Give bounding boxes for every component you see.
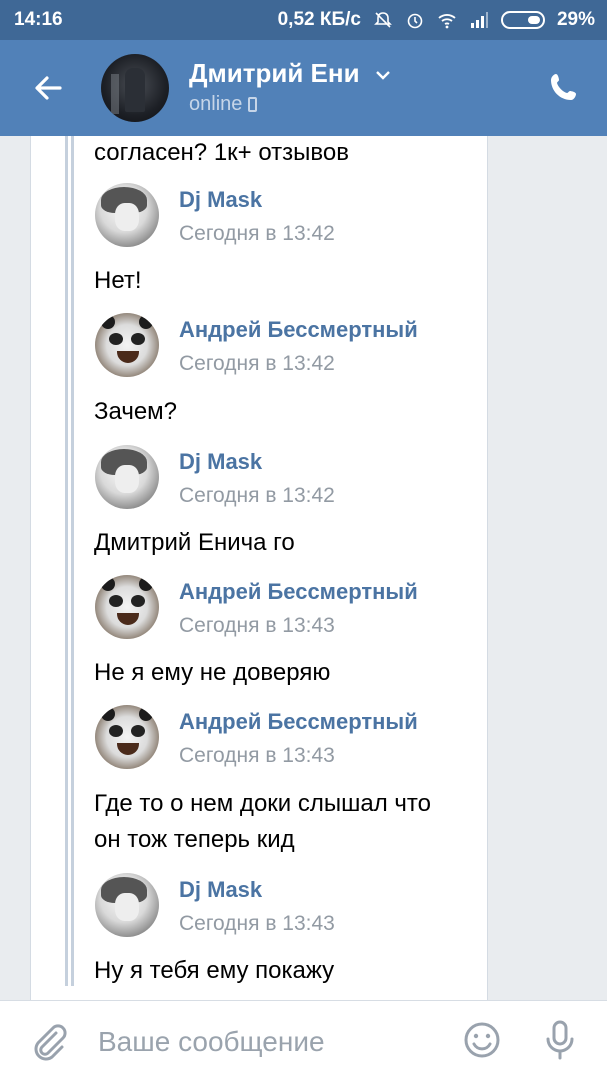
quote-bar-inner	[71, 136, 74, 986]
forwarded-messages-card: согласен? 1к+ отзывов Dj Mask Сегодня в …	[30, 136, 488, 1000]
message-text-line-2: он тож теперь кид	[94, 826, 295, 853]
mobile-icon	[248, 97, 258, 112]
avatar[interactable]	[95, 575, 159, 639]
quote-bar-outer	[65, 136, 68, 986]
contact-name[interactable]: Дмитрий Ени	[189, 58, 391, 89]
avatar[interactable]	[95, 445, 159, 509]
message-text: согласен? 1к+ отзывов	[94, 139, 349, 166]
message-author[interactable]: Андрей Бессмертный	[179, 317, 418, 343]
message-text: Не я ему не доверяю	[94, 659, 331, 686]
message-text-line-1: Где то о нем доки слышал что	[94, 790, 431, 817]
message-date: Сегодня в 13:42	[179, 484, 335, 507]
status-bar: 14:16 0,52 КБ/с 29%	[0, 0, 607, 40]
message-author[interactable]: Dj Mask	[179, 187, 262, 213]
avatar[interactable]	[95, 873, 159, 937]
message-text: Нет!	[94, 267, 142, 294]
paperclip-icon[interactable]	[28, 1021, 68, 1061]
message-input[interactable]	[96, 1021, 430, 1063]
message-author[interactable]: Dj Mask	[179, 449, 262, 475]
emoji-icon[interactable]	[462, 1020, 502, 1060]
message-date: Сегодня в 13:43	[179, 614, 335, 637]
chevron-down-icon	[375, 71, 390, 80]
message-date: Сегодня в 13:42	[179, 222, 335, 245]
message-author[interactable]: Андрей Бессмертный	[179, 579, 418, 605]
microphone-icon[interactable]	[540, 1019, 580, 1061]
contact-avatar[interactable]	[101, 54, 169, 122]
status-icons: 0,52 КБ/с 29%	[278, 9, 595, 31]
signal-icon	[470, 12, 488, 28]
wifi-icon	[438, 14, 456, 29]
contact-status: online	[189, 93, 258, 116]
online-status: online	[189, 93, 243, 115]
back-arrow-icon[interactable]	[30, 70, 66, 106]
phone-call-icon[interactable]	[547, 70, 581, 104]
chat-area[interactable]: согласен? 1к+ отзывов Dj Mask Сегодня в …	[0, 136, 607, 1000]
status-time: 14:16	[14, 9, 63, 30]
chat-header: Дмитрий Ени online	[0, 40, 607, 136]
alarm-icon	[407, 13, 423, 29]
message-author[interactable]: Андрей Бессмертный	[179, 709, 418, 735]
contact-name-text: Дмитрий Ени	[189, 58, 360, 88]
network-speed: 0,52 КБ/с	[277, 9, 361, 30]
message-date: Сегодня в 13:43	[179, 744, 335, 767]
battery-icon	[500, 11, 545, 29]
message-author[interactable]: Dj Mask	[179, 877, 262, 903]
avatar[interactable]	[95, 705, 159, 769]
message-date: Сегодня в 13:42	[179, 352, 335, 375]
avatar[interactable]	[95, 313, 159, 377]
avatar[interactable]	[95, 183, 159, 247]
message-text: Ну я тебя ему покажу	[94, 957, 335, 984]
message-text: Зачем?	[94, 398, 178, 425]
bell-muted-icon	[374, 12, 392, 28]
message-composer	[0, 1000, 607, 1081]
message-text: Дмитрий Енича го	[94, 529, 295, 556]
message-date: Сегодня в 13:43	[179, 912, 335, 935]
battery-level: 29%	[556, 9, 595, 30]
